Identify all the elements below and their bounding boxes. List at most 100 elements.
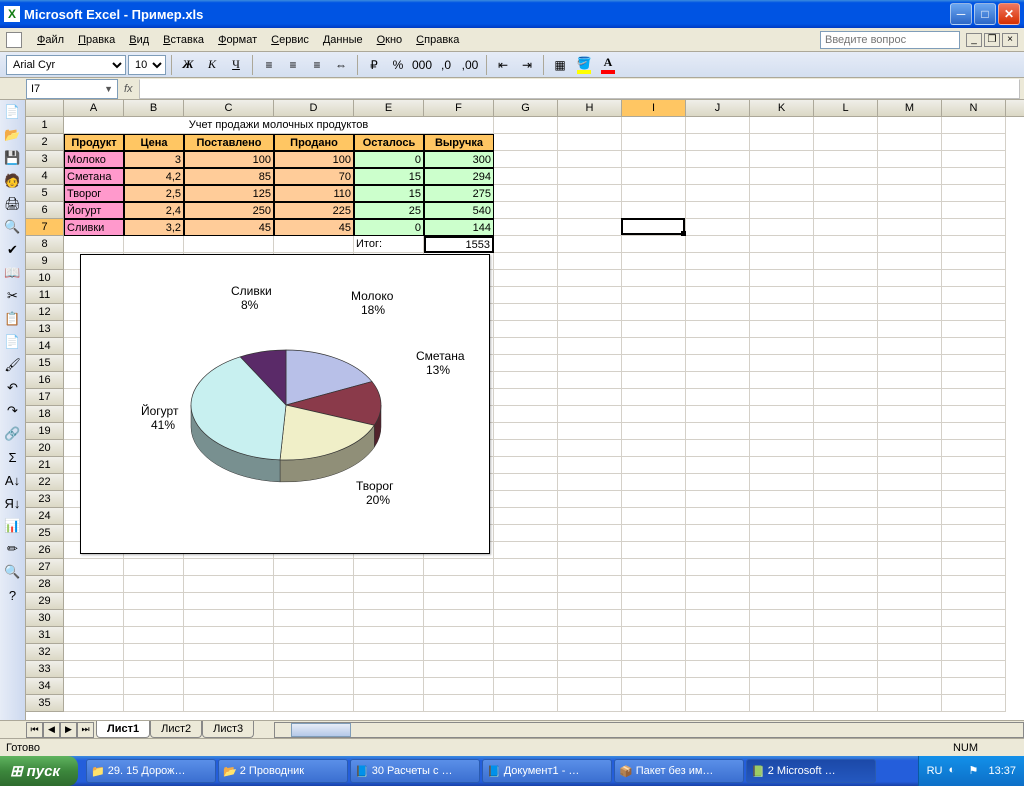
- cell[interactable]: [814, 151, 878, 168]
- taskbar-item[interactable]: 📦Пакет без им…: [614, 759, 744, 783]
- cell[interactable]: [814, 474, 878, 491]
- row-header-23[interactable]: 23: [26, 491, 64, 508]
- cell[interactable]: [750, 474, 814, 491]
- formula-input[interactable]: [139, 79, 1020, 99]
- row-header-19[interactable]: 19: [26, 423, 64, 440]
- cell[interactable]: [942, 389, 1006, 406]
- cell[interactable]: [686, 219, 750, 236]
- cell[interactable]: [878, 593, 942, 610]
- cell[interactable]: 294: [424, 168, 494, 185]
- cell[interactable]: [558, 168, 622, 185]
- cell[interactable]: [878, 678, 942, 695]
- hyperlink-button[interactable]: 🔗: [3, 424, 23, 444]
- cell[interactable]: [494, 168, 558, 185]
- cell[interactable]: 45: [184, 219, 274, 236]
- col-header-K[interactable]: K: [750, 100, 814, 116]
- print-button[interactable]: 🖨: [3, 194, 23, 214]
- cell[interactable]: [64, 678, 124, 695]
- cell[interactable]: [942, 202, 1006, 219]
- cell[interactable]: [814, 610, 878, 627]
- cell[interactable]: [686, 695, 750, 712]
- percent-button[interactable]: %: [387, 54, 409, 76]
- cell[interactable]: [814, 202, 878, 219]
- cell[interactable]: [494, 321, 558, 338]
- cell[interactable]: [878, 644, 942, 661]
- cell[interactable]: [558, 508, 622, 525]
- cell[interactable]: [622, 525, 686, 542]
- cell[interactable]: [750, 627, 814, 644]
- cell[interactable]: [494, 202, 558, 219]
- cell[interactable]: [494, 304, 558, 321]
- taskbar-item[interactable]: 📗2 Microsoft …: [746, 759, 876, 783]
- cell[interactable]: [942, 457, 1006, 474]
- cell[interactable]: [686, 559, 750, 576]
- cell[interactable]: [124, 661, 184, 678]
- cell[interactable]: [686, 338, 750, 355]
- cell[interactable]: 100: [184, 151, 274, 168]
- cell[interactable]: [942, 695, 1006, 712]
- cell[interactable]: [878, 389, 942, 406]
- cell[interactable]: [814, 253, 878, 270]
- cell[interactable]: [558, 372, 622, 389]
- decrease-indent-button[interactable]: ⇤: [492, 54, 514, 76]
- cell[interactable]: [494, 610, 558, 627]
- cell[interactable]: [494, 542, 558, 559]
- col-header-D[interactable]: D: [274, 100, 354, 116]
- cell[interactable]: [878, 457, 942, 474]
- row-header-3[interactable]: 3: [26, 151, 64, 168]
- cell[interactable]: [878, 236, 942, 253]
- cell[interactable]: [622, 406, 686, 423]
- cell[interactable]: [494, 695, 558, 712]
- cell[interactable]: [622, 457, 686, 474]
- row-header-26[interactable]: 26: [26, 542, 64, 559]
- cell[interactable]: [494, 134, 558, 151]
- cell[interactable]: [686, 287, 750, 304]
- row-header-7[interactable]: 7: [26, 219, 64, 236]
- cell[interactable]: [750, 457, 814, 474]
- cell[interactable]: [750, 185, 814, 202]
- cell[interactable]: [814, 542, 878, 559]
- cell[interactable]: [622, 644, 686, 661]
- cell[interactable]: [622, 202, 686, 219]
- row-header-21[interactable]: 21: [26, 457, 64, 474]
- cell[interactable]: [814, 287, 878, 304]
- cell[interactable]: [64, 627, 124, 644]
- cell[interactable]: [424, 627, 494, 644]
- autosum-button[interactable]: Σ: [3, 447, 23, 467]
- cell[interactable]: [622, 678, 686, 695]
- cell[interactable]: [184, 644, 274, 661]
- cell[interactable]: [878, 695, 942, 712]
- cell[interactable]: [494, 678, 558, 695]
- cell[interactable]: [124, 610, 184, 627]
- cell[interactable]: [424, 661, 494, 678]
- cell[interactable]: [354, 644, 424, 661]
- cell[interactable]: [750, 559, 814, 576]
- table-header[interactable]: Поставлено: [184, 134, 274, 151]
- cell[interactable]: [750, 168, 814, 185]
- cell[interactable]: [814, 185, 878, 202]
- mdi-restore-button[interactable]: ❐: [984, 33, 1000, 47]
- tab-nav-next[interactable]: ▶: [60, 722, 77, 738]
- cell[interactable]: [354, 576, 424, 593]
- table-header[interactable]: Осталось: [354, 134, 424, 151]
- cell[interactable]: 250: [184, 202, 274, 219]
- cell[interactable]: [750, 440, 814, 457]
- cell[interactable]: [124, 644, 184, 661]
- cell[interactable]: [622, 627, 686, 644]
- cell[interactable]: [942, 678, 1006, 695]
- cell[interactable]: [814, 389, 878, 406]
- cell[interactable]: [424, 593, 494, 610]
- cell[interactable]: 100: [274, 151, 354, 168]
- cell[interactable]: [942, 406, 1006, 423]
- cell[interactable]: [750, 219, 814, 236]
- cell[interactable]: [558, 117, 622, 134]
- cell[interactable]: [686, 593, 750, 610]
- cell[interactable]: [424, 610, 494, 627]
- research-button[interactable]: 📖: [3, 263, 23, 283]
- cell[interactable]: [942, 491, 1006, 508]
- cell[interactable]: [750, 236, 814, 253]
- cell[interactable]: [274, 610, 354, 627]
- doc-icon[interactable]: [6, 32, 22, 48]
- cell[interactable]: [686, 270, 750, 287]
- row-header-12[interactable]: 12: [26, 304, 64, 321]
